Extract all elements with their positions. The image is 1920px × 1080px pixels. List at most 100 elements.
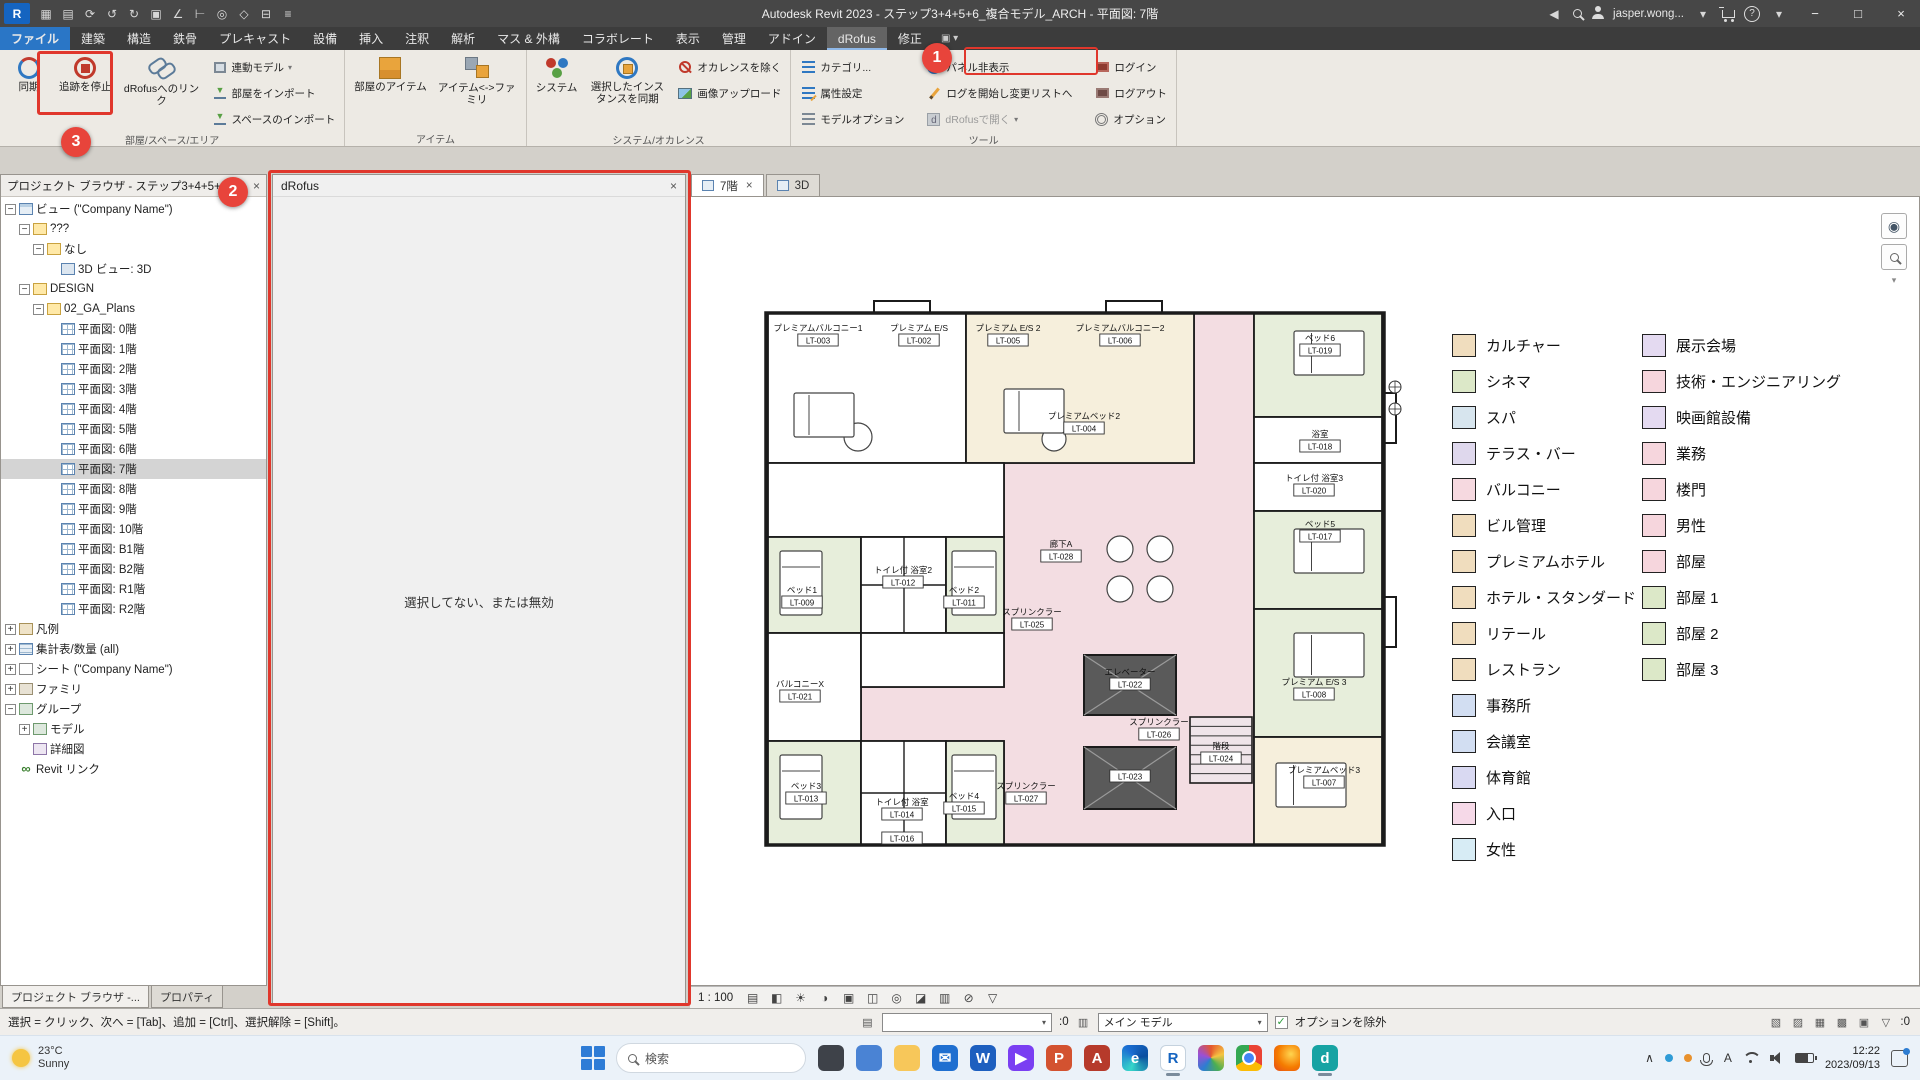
account-caret-icon[interactable]: ▾ [1693, 7, 1713, 21]
microphone-icon[interactable] [1703, 1053, 1710, 1063]
item-family-button[interactable]: アイテム<->ファミリ [434, 53, 520, 107]
zoom-icon[interactable] [1881, 244, 1907, 270]
tree-item[interactable]: −なし [1, 239, 266, 259]
tree-collapse-icon[interactable]: − [5, 704, 16, 715]
tree-item[interactable]: 詳細図 [1, 739, 266, 759]
section-icon[interactable]: ⊟ [256, 7, 276, 21]
tree-item[interactable]: −DESIGN [1, 279, 266, 299]
ribbon-tab-2[interactable]: 建築 [70, 27, 116, 50]
maximize-button[interactable]: □ [1841, 0, 1875, 27]
volume-icon[interactable] [1770, 1052, 1784, 1064]
tree-expand-icon[interactable]: + [5, 664, 16, 675]
tree-item[interactable]: 3D ビュー: 3D [1, 259, 266, 279]
3d-view-icon[interactable]: ◇ [234, 7, 254, 21]
navbar-caret-icon[interactable]: ▾ [1892, 275, 1897, 286]
reveal-hidden-elements-icon[interactable]: ◪ [912, 989, 929, 1006]
tree-expand-icon[interactable]: + [5, 644, 16, 655]
active-workset-select[interactable]: ▾ [882, 1013, 1052, 1032]
ribbon-tab-14[interactable]: アドイン [757, 27, 827, 50]
battery-icon[interactable] [1795, 1053, 1814, 1063]
chrome-icon[interactable] [1230, 1038, 1268, 1078]
link-to-drofus-button[interactable]: dRofusへのリンク [119, 53, 205, 108]
powerpoint-icon[interactable]: P [1040, 1038, 1078, 1078]
save-icon[interactable]: ▦ [36, 7, 56, 21]
dimension-icon[interactable]: ⊢ [190, 7, 210, 21]
thin-lines-icon[interactable]: ≡ [278, 7, 298, 21]
account-menu[interactable]: jasper.wong... [1613, 8, 1684, 20]
tree-item[interactable]: 平面図: 3階 [1, 379, 266, 399]
acrobat-icon[interactable]: A [1078, 1038, 1116, 1078]
tree-expand-icon[interactable]: + [19, 724, 30, 735]
open-icon[interactable]: ▤ [58, 7, 78, 21]
worksets-icon[interactable]: ▤ [860, 1015, 875, 1029]
tree-item[interactable]: 平面図: 0階 [1, 319, 266, 339]
room-region[interactable] [768, 463, 1004, 537]
model-options-button[interactable]: モデルオプション [797, 111, 907, 128]
open-in-drofus-button[interactable]: dRofusで開く▾ [923, 111, 1075, 128]
tab-project-browser[interactable]: プロジェクト ブラウザ -... [2, 986, 149, 1008]
ribbon-tab-5[interactable]: プレキャスト [208, 27, 302, 50]
crop-view-icon[interactable]: ▣ [840, 989, 857, 1006]
tree-item[interactable]: 平面図: B2階 [1, 559, 266, 579]
search-icon[interactable] [1573, 7, 1582, 21]
tree-item[interactable]: +シート ("Company Name") [1, 659, 266, 679]
room-region[interactable] [861, 633, 1004, 687]
view-tab-2[interactable]: 3D [766, 174, 821, 196]
tree-collapse-icon[interactable]: − [33, 304, 44, 315]
tree-item[interactable]: −??? [1, 219, 266, 239]
tree-collapse-icon[interactable]: − [5, 204, 16, 215]
word-icon[interactable]: W [964, 1038, 1002, 1078]
tree-item[interactable]: +ファミリ [1, 679, 266, 699]
tree-collapse-icon[interactable]: − [19, 224, 30, 235]
import-rooms-button[interactable]: 部屋をインポート [209, 85, 339, 102]
ribbon-tab-8[interactable]: 注釈 [394, 27, 440, 50]
file-explorer-icon[interactable] [888, 1038, 926, 1078]
image-upload-button[interactable]: 画像アップロード [674, 85, 784, 102]
ribbon-tab-7[interactable]: 挿入 [348, 27, 394, 50]
select-links-icon[interactable]: ▧ [1768, 1015, 1783, 1029]
view-tab-1[interactable]: 7階× [691, 174, 764, 196]
design-options-icon[interactable]: ▥ [1076, 1015, 1091, 1029]
tray-chevron-icon[interactable]: ∧ [1645, 1051, 1654, 1065]
tree-item[interactable]: 平面図: 2階 [1, 359, 266, 379]
cart-icon[interactable] [1722, 7, 1735, 21]
tree-item[interactable]: 平面図: 4階 [1, 399, 266, 419]
sync-with-central-icon[interactable]: ⟳ [80, 7, 100, 21]
minimize-button[interactable]: − [1798, 0, 1832, 27]
ribbon-tab-11[interactable]: コラボレート [571, 27, 665, 50]
floor-plan[interactable]: プレミアムバルコニー1LT-003プレミアム E/SLT-002プレミアム E/… [754, 297, 1404, 872]
ribbon-tab-9[interactable]: 解析 [440, 27, 486, 50]
ribbon-tab-13[interactable]: 管理 [711, 27, 757, 50]
tray-app2-icon[interactable] [1684, 1054, 1692, 1062]
close-icon[interactable]: × [253, 179, 260, 193]
sync-button[interactable]: 同期 [6, 53, 52, 94]
redo-icon[interactable]: ↻ [124, 7, 144, 21]
shadows-icon[interactable]: ◑ [816, 989, 833, 1006]
search-input[interactable]: 検索 [616, 1043, 806, 1073]
tree-item[interactable]: 平面図: 7階 [1, 459, 266, 479]
tree-item[interactable]: 平面図: 6階 [1, 439, 266, 459]
tree-collapse-icon[interactable]: − [33, 244, 44, 255]
sync-selected-instances-button[interactable]: 選択したインスタンスを同期 [584, 53, 670, 106]
detail-level-icon[interactable]: ▤ [744, 989, 761, 1006]
start-button[interactable] [576, 1041, 610, 1075]
tree-item[interactable]: −グループ [1, 699, 266, 719]
weather-widget[interactable]: 23°C Sunny [12, 1045, 69, 1071]
collapse-icon[interactable]: ◀ [1544, 7, 1564, 21]
ribbon-tab-12[interactable]: 表示 [665, 27, 711, 50]
exclude-occurrence-button[interactable]: オカレンスを除く [674, 59, 784, 76]
tree-item[interactable]: −02_GA_Plans [1, 299, 266, 319]
attribute-settings-button[interactable]: 属性設定 [797, 85, 907, 102]
filter-icon[interactable]: ▽ [1878, 1015, 1893, 1029]
revit-icon[interactable]: R [1154, 1038, 1192, 1078]
worksharing-display-icon[interactable]: ⊘ [960, 989, 977, 1006]
select-by-face-icon[interactable]: ▩ [1834, 1015, 1849, 1029]
tree-item[interactable]: +凡例 [1, 619, 266, 639]
exclude-options-checkbox[interactable]: ✓ [1275, 1016, 1288, 1029]
constraints-icon[interactable]: ▽ [984, 989, 1001, 1006]
close-icon[interactable]: × [746, 180, 753, 192]
temporary-hide-isolate-icon[interactable]: ◎ [888, 989, 905, 1006]
print-icon[interactable]: ▣ [146, 7, 166, 21]
options-button[interactable]: オプション [1091, 111, 1170, 128]
select-pinned-icon[interactable]: ▦ [1812, 1015, 1827, 1029]
